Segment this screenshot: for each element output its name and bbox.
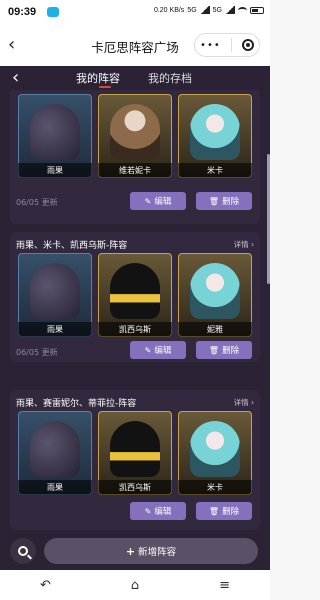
plus-icon: + [125, 544, 136, 558]
character-name: 雨果 [18, 163, 92, 178]
character-name: 凯西乌斯 [98, 480, 172, 495]
search-icon [18, 546, 32, 560]
character-card[interactable]: 凯西乌斯 [98, 411, 172, 495]
character-portrait [110, 263, 160, 319]
wifi-icon [238, 6, 247, 14]
tab-my-saves[interactable]: 我的存档 [148, 70, 192, 86]
add-lineup-button[interactable]: + 新增阵容 [44, 538, 258, 564]
edit-label: 编辑 [154, 197, 172, 207]
character-card[interactable]: 雨果 [18, 253, 92, 337]
edit-button[interactable]: ✎ 编辑 [130, 341, 186, 359]
lineup-card[interactable]: 雨果、赛雷妮尔、蒂菲拉-阵容 详情 › 雨果 凯西乌斯 米卡 ✎ 编辑 🗑 删除 [10, 390, 260, 530]
character-portrait [110, 421, 160, 477]
tab-back-icon[interactable]: ‹ [12, 67, 19, 88]
update-date: 06/05 更新 [16, 198, 58, 207]
add-lineup-label: 新增阵容 [138, 547, 177, 558]
character-name: 雨果 [18, 322, 92, 337]
character-name: 雨果 [18, 480, 92, 495]
character-card[interactable]: 妮雅 [178, 253, 252, 337]
nav-back-icon[interactable]: ↶ [40, 578, 51, 593]
character-card[interactable]: 米卡 [178, 94, 252, 178]
character-card[interactable]: 凯西乌斯 [98, 253, 172, 337]
delete-button[interactable]: 🗑 删除 [196, 502, 252, 520]
edit-icon: ✎ [144, 196, 152, 206]
lineup-card[interactable]: 雨果、米卡、凯西乌斯-阵容 详情 › 雨果 凯西乌斯 妮雅 06/05 更新 ✎… [10, 232, 260, 362]
status-time: 09:39 [8, 6, 37, 18]
update-date: 06/05 更新 [16, 348, 58, 357]
close-miniapp-icon[interactable] [241, 39, 254, 51]
system-nav-bar: ↶ ⌂ ≡ [0, 570, 270, 600]
delete-label: 删除 [222, 346, 240, 356]
more-icon[interactable]: ••• [200, 40, 221, 51]
character-portrait [110, 104, 160, 160]
edit-label: 编辑 [154, 346, 172, 356]
tab-bar: ‹ 我的阵容 我的存档 [4, 66, 266, 90]
lineup-card[interactable]: 雨果 维若妮卡 米卡 06/05 更新 ✎ 编辑 🗑 删除 [10, 90, 260, 224]
tab-my-lineups[interactable]: 我的阵容 [76, 70, 120, 86]
character-card[interactable]: 维若妮卡 [98, 94, 172, 178]
delete-button[interactable]: 🗑 删除 [196, 192, 252, 210]
character-portrait [190, 421, 240, 477]
nav-home-icon[interactable]: ⌂ [131, 578, 139, 593]
battery-icon [250, 6, 264, 14]
edit-button[interactable]: ✎ 编辑 [130, 502, 186, 520]
status-icons: 0.20 KB/s 5G 5G [154, 6, 264, 14]
edit-icon: ✎ [144, 506, 152, 516]
lineup-title: 雨果、米卡、凯西乌斯-阵容 [16, 241, 128, 251]
character-portrait [190, 263, 240, 319]
character-name: 米卡 [178, 163, 252, 178]
delete-button[interactable]: 🗑 删除 [196, 341, 252, 359]
character-portrait [30, 263, 80, 319]
detail-link[interactable]: 详情 › [234, 239, 254, 250]
miniapp-header: ‹ 卡厄思阵容广场 ••• [0, 24, 270, 66]
search-button[interactable] [10, 538, 36, 564]
character-card[interactable]: 雨果 [18, 94, 92, 178]
character-name: 妮雅 [178, 322, 252, 337]
edit-label: 编辑 [154, 507, 172, 517]
character-name: 维若妮卡 [98, 163, 172, 178]
lineup-title: 雨果、赛雷妮尔、蒂菲拉-阵容 [16, 399, 137, 409]
character-name: 米卡 [178, 480, 252, 495]
edit-icon: ✎ [144, 345, 152, 355]
edit-button[interactable]: ✎ 编辑 [130, 192, 186, 210]
character-portrait [30, 104, 80, 160]
character-portrait [190, 104, 240, 160]
scrollbar[interactable] [267, 154, 270, 284]
trash-icon: 🗑 [208, 196, 220, 206]
capsule-menu[interactable]: ••• [194, 33, 260, 57]
delete-label: 删除 [222, 197, 240, 207]
signal-label-1: 5G [187, 6, 197, 14]
character-card[interactable]: 米卡 [178, 411, 252, 495]
signal-label-2: 5G [212, 6, 222, 14]
status-bar: 09:39 0.20 KB/s 5G 5G [0, 0, 270, 24]
delete-label: 删除 [222, 507, 240, 517]
app-notification-icon [47, 7, 59, 17]
network-speed: 0.20 KB/s [153, 6, 185, 14]
character-name: 凯西乌斯 [98, 322, 172, 337]
signal-icon [199, 6, 210, 14]
detail-link[interactable]: 详情 › [234, 397, 254, 408]
app-content: ‹ 我的阵容 我的存档 雨果 维若妮卡 米卡 06/05 更新 ✎ 编辑 🗑 删除 … [0, 66, 270, 570]
lineup-list[interactable]: 雨果 维若妮卡 米卡 06/05 更新 ✎ 编辑 🗑 删除 雨果、米卡、凯西乌斯-阵… [4, 90, 266, 570]
active-tab-indicator [99, 86, 111, 88]
trash-icon: 🗑 [208, 506, 220, 516]
character-portrait [30, 421, 80, 477]
nav-menu-icon[interactable]: ≡ [219, 578, 230, 593]
character-card[interactable]: 雨果 [18, 411, 92, 495]
signal-icon-2 [225, 6, 235, 14]
trash-icon: 🗑 [208, 345, 220, 355]
capsule-divider [230, 38, 232, 52]
